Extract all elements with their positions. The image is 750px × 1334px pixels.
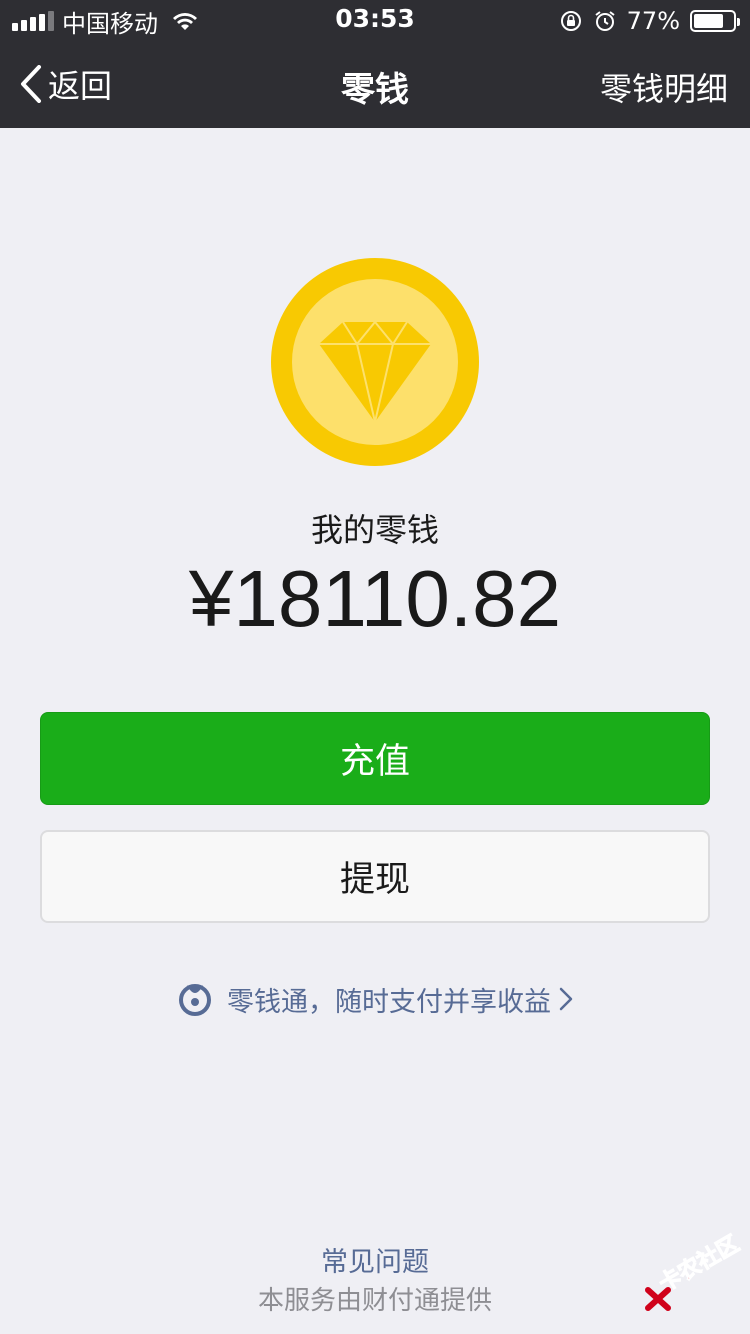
balance-label: 我的零钱 [310,511,439,549]
recharge-button[interactable]: 充值 [40,712,710,805]
chevron-right-icon [559,987,573,1011]
watermark-text: 卡农社区 [655,1231,745,1298]
faq-link[interactable]: 常见问题 [0,1240,750,1279]
recharge-button-label: 充值 [339,742,410,782]
balance-details-link[interactable]: 零钱明细 [600,64,728,110]
top-bar: 中国移动 03:53 77% 返回 零钱 零钱明细 [0,0,750,128]
lingqiantong-promo-link[interactable]: 零钱通，随时支付并享收益 [0,976,750,1022]
back-button[interactable]: 返回 [20,62,112,106]
diamond-icon [319,320,431,423]
status-bar: 中国移动 03:53 77% [0,0,750,40]
back-label: 返回 [48,67,113,105]
nav-bar: 返回 零钱 零钱明细 [0,40,750,128]
watermark: 卡农社区 [640,1231,750,1320]
withdraw-button[interactable]: 提现 [40,830,710,923]
orientation-lock-icon [560,11,581,31]
promo-text: 零钱通，随时支付并享收益 [227,986,551,1018]
lingqiantong-logo-icon [179,984,211,1016]
battery-icon [690,10,740,32]
status-right: 77% [559,6,740,36]
withdraw-button-label: 提现 [339,860,410,900]
coin-badge [271,258,479,466]
chevron-left-icon [21,65,41,103]
battery-percent: 77% [626,7,680,35]
service-provider-text: 本服务由财付通提供 [257,1286,492,1316]
alarm-icon [595,11,615,31]
balance-amount: ¥18110.82 [188,554,562,643]
